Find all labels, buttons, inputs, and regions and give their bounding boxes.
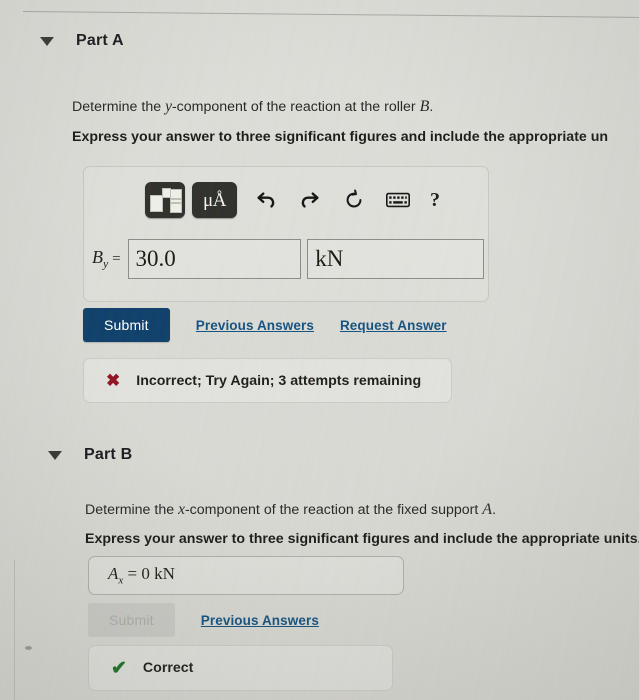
part-a-question-prefix: Determine the: [72, 99, 166, 115]
caret-down-icon[interactable]: [40, 36, 54, 46]
part-b-equals: =: [127, 564, 138, 584]
part-a-question-variable: y: [165, 98, 172, 115]
caret-down-icon[interactable]: [48, 450, 62, 460]
correct-check-icon: ✔: [111, 657, 127, 679]
help-icon[interactable]: ?: [430, 189, 440, 212]
part-b-header[interactable]: Part B: [48, 446, 132, 464]
left-edge-line: [14, 560, 15, 700]
math-template-icon[interactable]: [145, 182, 185, 218]
part-a-request-answer-link[interactable]: Request Answer: [340, 318, 447, 333]
part-a-answer-panel: μÅ ? By = 30.0 kN: [83, 166, 489, 302]
incorrect-cross-icon: ✖: [106, 370, 121, 390]
part-b-submit-button: Submit: [88, 603, 175, 637]
units-button[interactable]: μÅ: [192, 182, 237, 218]
part-b-question-middle: -component of the reaction at the fixed …: [184, 502, 483, 518]
part-a-previous-answers-link[interactable]: Previous Answers: [196, 318, 314, 333]
part-b-feedback-banner: ✔ Correct: [88, 645, 393, 691]
part-a-title: Part A: [76, 32, 124, 49]
part-a-lhs-symbol: B: [92, 246, 103, 267]
part-b-lhs-subscript: x: [118, 574, 124, 587]
part-a-units-input[interactable]: kN: [307, 239, 484, 279]
undo-arrow-icon[interactable]: [251, 185, 281, 215]
part-a-question-suffix: .: [429, 99, 434, 115]
keyboard-icon[interactable]: [383, 185, 413, 215]
part-b-answer-expression: Ax = 0 kN: [108, 564, 175, 586]
math-template-glyph: [150, 188, 182, 213]
part-b-question-variable: x: [178, 501, 185, 518]
part-b-instruction: Express your answer to three significant…: [85, 531, 639, 547]
part-a-question-middle: -component of the reaction at the roller: [171, 99, 420, 115]
part-a-submit-row: Submit Previous Answers Request Answer: [83, 308, 447, 342]
part-b-answer-value: 0: [141, 564, 150, 584]
part-b-lhs-symbol: A: [108, 564, 119, 584]
part-a-answer-label: By =: [92, 247, 128, 272]
part-b-previous-answers-link[interactable]: Previous Answers: [201, 613, 319, 628]
part-a-header[interactable]: Part A: [40, 32, 124, 50]
part-b-submit-row: Submit Previous Answers: [88, 603, 319, 637]
part-a-equation-row: By = 30.0 kN: [92, 239, 484, 279]
part-a-question: Determine the y-component of the reactio…: [72, 98, 433, 116]
part-a-equals: =: [112, 250, 121, 267]
units-button-label: μÅ: [203, 189, 226, 211]
part-a-feedback-banner: ✖ Incorrect; Try Again; 3 attempts remai…: [83, 358, 452, 403]
redo-arrow-icon[interactable]: [295, 185, 325, 215]
part-b-question-point: A: [482, 501, 493, 518]
part-b-title: Part B: [84, 446, 133, 463]
part-a-submit-button[interactable]: Submit: [83, 308, 170, 342]
part-b-question: Determine the x-component of the reactio…: [85, 501, 496, 519]
part-a-feedback-message: Incorrect; Try Again; 3 attempts remaini…: [136, 372, 422, 389]
part-a-question-point: B: [419, 98, 430, 115]
part-a-instruction: Express your answer to three significant…: [72, 129, 609, 145]
part-b-question-suffix: .: [492, 502, 497, 518]
part-b-feedback-message: Correct: [142, 660, 194, 676]
part-a-answer-input[interactable]: 30.0: [127, 239, 302, 279]
photo-dust-speck: [25, 646, 32, 650]
part-b-question-prefix: Determine the: [85, 502, 179, 518]
reset-circular-arrow-icon[interactable]: [339, 185, 369, 215]
part-b-answer-units: kN: [154, 564, 175, 584]
part-b-answer-box: Ax = 0 kN: [88, 556, 404, 595]
part-a-math-toolbar: μÅ ?: [145, 179, 440, 221]
